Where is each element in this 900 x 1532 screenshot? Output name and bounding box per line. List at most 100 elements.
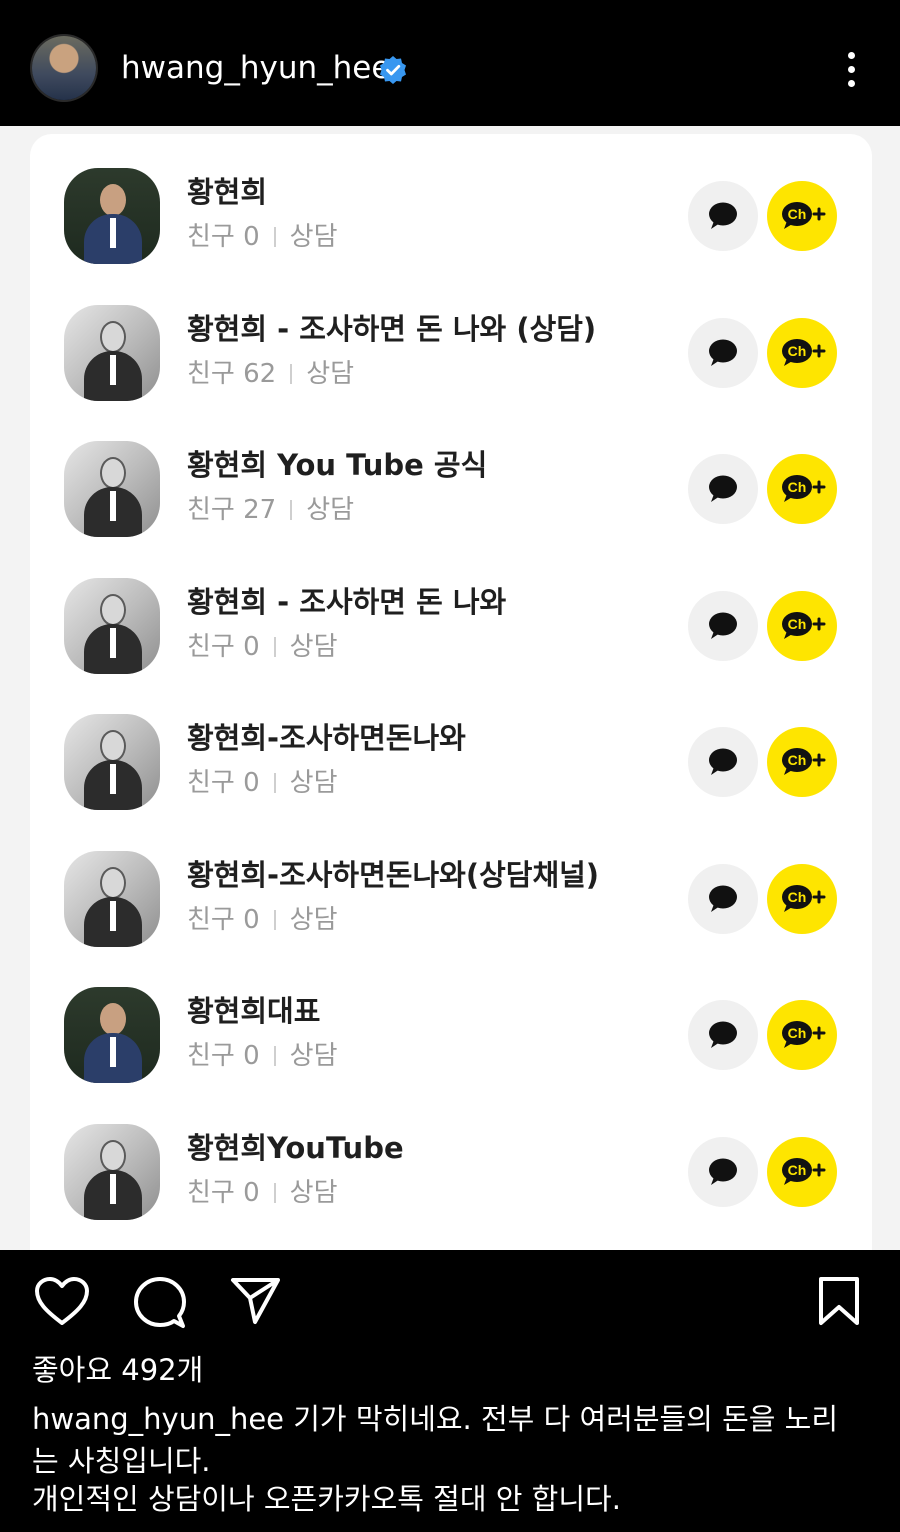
chat-button[interactable] <box>688 1000 758 1070</box>
channel-meta: 친구 0 상담 <box>187 903 338 937</box>
divider <box>273 909 276 930</box>
add-channel-button[interactable]: Ch <box>767 1136 837 1207</box>
channel-row[interactable]: 황현희YouTube 친구 0 상담 Ch <box>30 1082 872 1220</box>
channel-category: 상담 <box>306 495 355 525</box>
channel-plus-icon: Ch <box>782 1021 826 1048</box>
channel-name: 황현희 - 조사하면 돈 나와 <box>187 584 507 619</box>
chat-bubble-icon <box>709 612 737 639</box>
channel-category: 상담 <box>306 358 355 389</box>
chat-button[interactable] <box>688 863 758 934</box>
channel-avatar <box>64 168 160 264</box>
channel-avatar <box>64 1123 160 1220</box>
chat-button[interactable] <box>688 590 758 661</box>
add-channel-button[interactable]: Ch <box>767 1000 837 1070</box>
profile-username[interactable]: hwang_hyun_hee <box>121 48 390 88</box>
add-channel-button[interactable]: Ch <box>767 727 837 797</box>
channel-name: 황현희 You Tube 공식 <box>187 448 488 482</box>
svg-text:Ch: Ch <box>788 1162 807 1178</box>
channel-plus-icon: Ch <box>782 338 826 366</box>
svg-text:Ch: Ch <box>788 889 807 905</box>
channel-meta: 친구 0 상담 <box>187 1039 338 1073</box>
add-channel-button[interactable]: Ch <box>767 590 837 661</box>
channel-meta: 친구 27 상담 <box>187 493 354 527</box>
svg-text:Ch: Ch <box>788 206 807 222</box>
channel-meta: 친구 62 상담 <box>187 357 354 391</box>
channel-name: 황현희대표 <box>187 994 321 1028</box>
friend-count: 친구 0 <box>187 631 260 662</box>
channel-plus-icon: Ch <box>782 475 826 502</box>
svg-text:Ch: Ch <box>788 479 807 495</box>
channel-row[interactable]: 황현희 - 조사하면 돈 나와친구 0 상담 Ch <box>30 536 872 674</box>
chat-bubble-icon <box>709 202 737 229</box>
channel-meta: 친구 0 상담 <box>187 220 338 254</box>
channel-meta: 친구 0 상담 <box>187 1176 338 1210</box>
svg-text:Ch: Ch <box>788 343 807 359</box>
more-options-icon[interactable] <box>836 50 868 90</box>
channel-name: 황현희-조사하면돈나와 <box>187 721 466 755</box>
verified-badge-icon <box>380 56 406 84</box>
add-channel-button[interactable]: Ch <box>767 454 837 524</box>
channel-name: 황현희-조사하면돈나와(상담채널) <box>187 857 600 892</box>
add-channel-button[interactable]: Ch <box>767 863 837 934</box>
channel-avatar <box>64 714 160 810</box>
channel-plus-icon: Ch <box>782 748 826 775</box>
add-channel-button[interactable]: Ch <box>767 181 837 251</box>
add-channel-button[interactable]: Ch <box>767 317 837 388</box>
divider <box>273 1182 276 1203</box>
chat-bubble-icon <box>709 339 737 366</box>
chat-button[interactable] <box>688 727 758 797</box>
channel-name: 황현희 <box>187 175 268 209</box>
divider <box>290 500 293 520</box>
channel-category: 상담 <box>289 631 338 662</box>
channel-row[interactable]: 황현희친구 0 상담 Ch <box>30 126 872 264</box>
channel-category: 상담 <box>289 1177 338 1208</box>
friend-count: 친구 0 <box>187 1177 260 1208</box>
friend-count: 친구 0 <box>187 768 260 798</box>
channel-row[interactable]: 황현희 You Tube 공식친구 27 상담 Ch <box>30 399 872 537</box>
divider <box>290 363 293 384</box>
channel-avatar <box>64 987 160 1083</box>
channel-category: 상담 <box>289 904 338 935</box>
channel-avatar <box>64 304 160 401</box>
post-image: 황현희 친구 0 상담 Ch 황현희 - 조사하면 돈 나와 (상담) 친구 62 상담 Ch… <box>0 126 900 1250</box>
channel-row[interactable]: 황현희-조사하면돈나와(상담채널) 친구 0 상담 Ch <box>30 809 872 947</box>
channel-category: 상담 <box>289 1041 338 1071</box>
divider <box>273 227 276 247</box>
profile-avatar[interactable] <box>32 36 96 100</box>
chat-button[interactable] <box>688 317 758 388</box>
chat-bubble-icon <box>709 1158 737 1185</box>
friend-count: 친구 62 <box>187 358 277 389</box>
friend-count: 친구 0 <box>187 1041 260 1071</box>
chat-bubble-icon <box>709 1021 737 1048</box>
channel-plus-icon: Ch <box>782 202 826 229</box>
channel-plus-icon: Ch <box>782 1157 826 1185</box>
chat-button[interactable] <box>688 454 758 524</box>
bookmark-icon[interactable] <box>816 1276 862 1328</box>
friend-count: 친구 27 <box>187 495 277 525</box>
channel-meta: 친구 0 상담 <box>187 766 338 800</box>
chat-button[interactable] <box>688 1136 758 1207</box>
heart-icon[interactable] <box>34 1276 90 1328</box>
divider <box>273 1046 276 1066</box>
svg-text:Ch: Ch <box>788 752 807 768</box>
channel-row[interactable]: 황현희대표친구 0 상담 Ch <box>30 945 872 1083</box>
channel-row[interactable]: 황현희-조사하면돈나와친구 0 상담 Ch <box>30 672 872 810</box>
svg-text:Ch: Ch <box>788 616 807 632</box>
channel-name: 황현희 - 조사하면 돈 나와 (상담) <box>187 311 597 346</box>
channel-category: 상담 <box>289 768 338 798</box>
divider <box>273 773 276 793</box>
chat-button[interactable] <box>688 181 758 251</box>
caption-username[interactable]: hwang_hyun_hee <box>32 1402 284 1436</box>
like-count[interactable]: 좋아요 492개 <box>32 1352 203 1388</box>
svg-text:Ch: Ch <box>788 1025 807 1041</box>
post-header: hwang_hyun_hee <box>0 0 900 126</box>
channel-avatar <box>64 441 160 537</box>
channel-plus-icon: Ch <box>782 611 826 639</box>
send-icon[interactable] <box>230 1276 282 1326</box>
channel-avatar <box>64 850 160 947</box>
comment-icon[interactable] <box>133 1276 187 1330</box>
chat-bubble-icon <box>709 748 737 775</box>
channel-avatar <box>64 577 160 674</box>
channel-row[interactable]: 황현희 - 조사하면 돈 나와 (상담) 친구 62 상담 Ch <box>30 263 872 401</box>
post-caption: hwang_hyun_hee 기가 막히네요. 전부 다 여러분들의 돈을 노리… <box>32 1398 862 1482</box>
